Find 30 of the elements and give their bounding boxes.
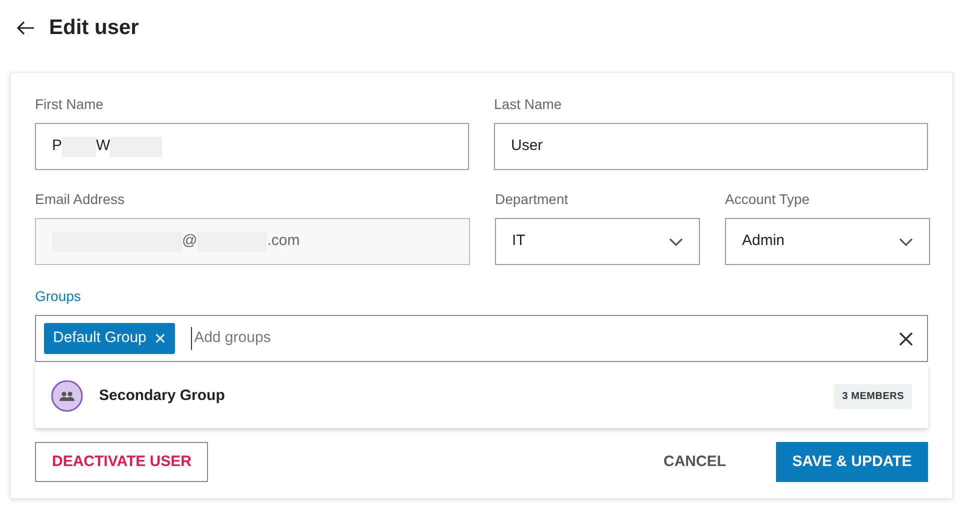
field-label: First Name xyxy=(35,95,104,113)
field-value-text: P xyxy=(52,136,62,156)
deactivate-user-button[interactable]: DEACTIVATE USER xyxy=(35,442,208,482)
field-label: Account Type xyxy=(725,190,811,208)
group-name: Secondary Group xyxy=(99,386,226,406)
field-label: Department xyxy=(495,190,570,208)
groups-input[interactable]: Add groups xyxy=(191,327,883,350)
department-select[interactable]: IT xyxy=(495,218,700,265)
member-count-badge: 3 MEMBERS xyxy=(834,384,912,408)
people-avatar-icon xyxy=(51,380,83,412)
cancel-button[interactable]: CANCEL xyxy=(648,442,742,482)
field-value-text: .com xyxy=(267,231,300,252)
group-suggestion-item[interactable]: Secondary Group 3 MEMBERS xyxy=(35,364,928,428)
field-label: Last Name xyxy=(494,95,563,113)
groups-field[interactable]: Default Group × Add groups xyxy=(35,315,928,362)
field-label: Email Address xyxy=(35,190,126,208)
page-title: Edit user xyxy=(49,15,139,42)
chip-label: Default Group xyxy=(53,328,146,348)
chevron-down-icon xyxy=(899,238,913,246)
field-value-text: W xyxy=(96,136,110,156)
back-arrow-icon[interactable] xyxy=(17,21,35,35)
chip-remove-button[interactable]: × xyxy=(154,328,166,348)
field-value-text: @ xyxy=(182,231,198,252)
first-name-field[interactable]: P W xyxy=(35,123,469,170)
field-label: Groups xyxy=(35,287,82,305)
close-icon[interactable] xyxy=(899,332,913,346)
account-type-select[interactable]: Admin xyxy=(725,218,930,265)
chevron-down-icon xyxy=(669,238,683,246)
save-update-button[interactable]: SAVE & UPDATE xyxy=(776,442,928,482)
last-name-field[interactable]: User xyxy=(494,123,928,170)
